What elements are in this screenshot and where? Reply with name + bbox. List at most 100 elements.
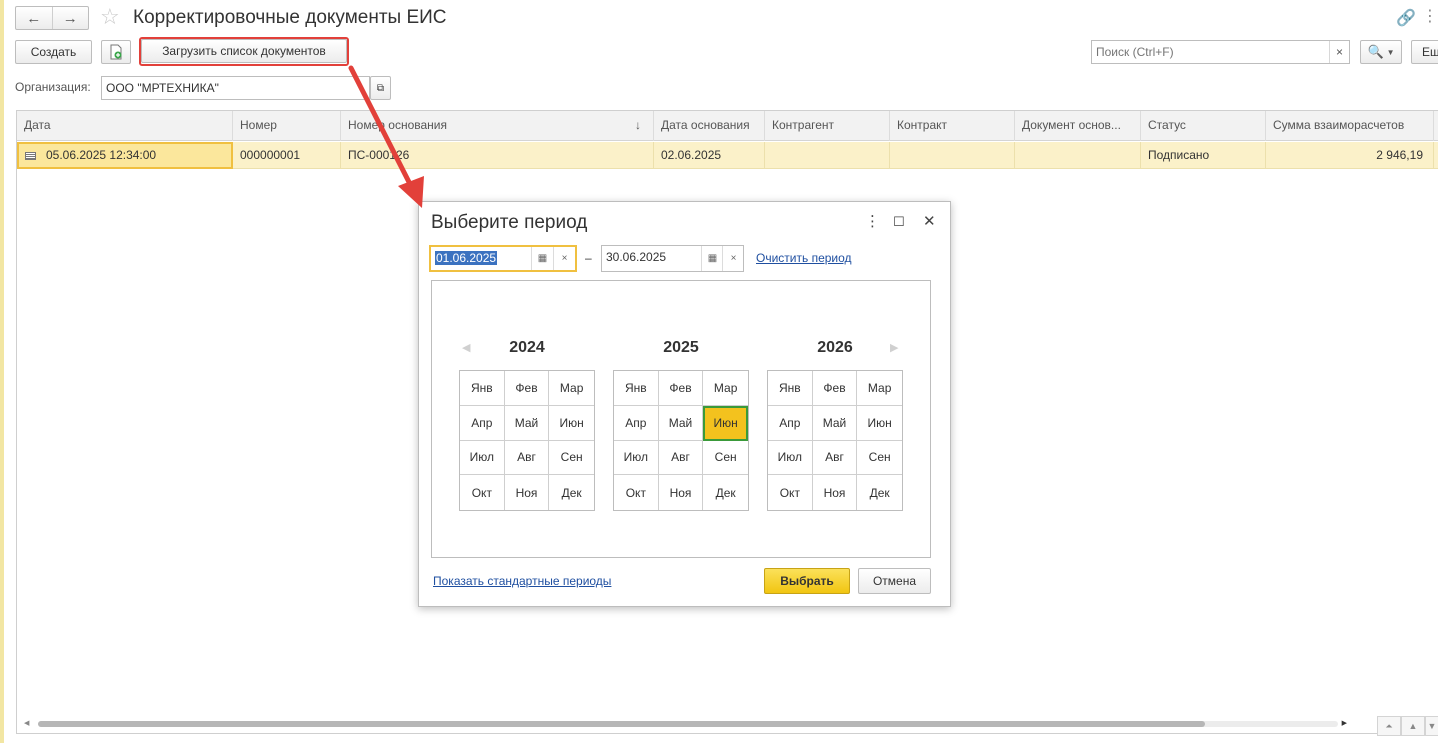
organization-field[interactable]: ООО "МРТЕХНИКА" (101, 76, 370, 100)
clear-date-to-icon[interactable]: × (722, 246, 744, 271)
search-input[interactable] (1091, 40, 1350, 64)
clear-date-from-icon[interactable]: × (553, 247, 575, 270)
month-cell[interactable]: Июл (460, 440, 505, 476)
create-copy-button[interactable] (101, 40, 131, 64)
month-cell[interactable]: Ноя (659, 475, 704, 510)
month-cell[interactable]: Окт (460, 475, 505, 510)
month-cell[interactable]: Янв (614, 371, 659, 406)
cell-counterparty[interactable] (765, 142, 890, 169)
cell-contract[interactable] (890, 142, 1015, 169)
column-header-base-date[interactable]: Дата основания (654, 111, 765, 141)
month-cell[interactable]: Ноя (813, 475, 858, 510)
scroll-down-icon[interactable]: ▼ (1425, 716, 1438, 736)
cell-base-document[interactable] (1015, 142, 1141, 169)
month-cell[interactable]: Авг (658, 440, 704, 476)
column-header-date[interactable]: Дата (17, 111, 233, 141)
table-row[interactable]: 05.06.2025 12:34:00 000000001 ПС-000126 … (17, 142, 1438, 169)
month-cell[interactable]: Сен (857, 441, 902, 476)
column-header-contract[interactable]: Контракт (890, 111, 1015, 141)
month-cell[interactable]: Мар (549, 371, 594, 406)
horizontal-scrollbar[interactable]: ◀ ▶ (24, 719, 1347, 729)
cell-base-number[interactable]: ПС-000126 (341, 142, 654, 169)
month-cell[interactable]: Апр (460, 405, 505, 441)
month-cell[interactable]: Май (812, 405, 858, 441)
scroll-top-icon[interactable]: ⏶ (1377, 716, 1401, 736)
column-header-counterparty[interactable]: Контрагент (765, 111, 890, 141)
month-cell[interactable]: Окт (614, 475, 659, 510)
month-cell[interactable]: Фев (658, 371, 704, 406)
month-cell[interactable]: Янв (768, 371, 813, 406)
calendar-icon[interactable]: ▦ (531, 247, 553, 270)
month-cell[interactable]: Июл (768, 440, 813, 476)
select-button[interactable]: Выбрать (764, 568, 850, 594)
cell-status[interactable]: Подписано (1141, 142, 1266, 169)
maximize-icon[interactable]: ☐ (893, 214, 905, 230)
link-icon[interactable]: 🔗 (1396, 8, 1416, 28)
column-header-base-number-label: Номер основания (348, 118, 447, 132)
month-cell[interactable]: Июн (857, 406, 902, 441)
month-cell[interactable]: Дек (549, 475, 594, 510)
cell-base-date[interactable]: 02.06.2025 (654, 142, 765, 169)
cell-amount[interactable]: 2 946,19 (1266, 142, 1434, 169)
month-cell[interactable]: Июн (549, 406, 594, 441)
month-cell[interactable]: Мар (857, 371, 902, 406)
next-year-icon[interactable]: ▶ (890, 341, 898, 354)
open-organization-icon[interactable]: ⧉ (370, 76, 391, 100)
date-from-value: 01.06.2025 (435, 251, 498, 265)
month-cell[interactable]: Авг (812, 440, 858, 476)
cell-date-text: 05.06.2025 12:34:00 (46, 148, 157, 162)
calendar-icon[interactable]: ▦ (701, 246, 723, 271)
dialog-title: Выберите период (431, 212, 588, 233)
year-label-2024: 2024 (509, 339, 545, 356)
month-cell[interactable]: Сен (549, 441, 594, 476)
show-standard-periods-link[interactable]: Показать стандартные периоды (433, 574, 611, 588)
month-cell[interactable]: Сен (703, 441, 748, 476)
scroll-left-icon[interactable]: ◀ (24, 719, 29, 727)
month-cell[interactable]: Апр (768, 405, 813, 441)
column-header-number[interactable]: Номер (233, 111, 341, 141)
back-arrow-icon[interactable]: ← (16, 7, 53, 29)
scroll-right-icon[interactable]: ▶ (1342, 719, 1347, 727)
close-icon[interactable]: ✕ (923, 212, 936, 230)
date-from-field[interactable]: 01.06.2025 ▦ × (429, 245, 577, 272)
search-icon: 🔍 (1367, 44, 1384, 59)
month-cell[interactable]: Янв (460, 371, 505, 406)
month-cell[interactable]: Мар (703, 371, 748, 406)
column-header-status[interactable]: Статус (1141, 111, 1266, 141)
year-label-2026: 2026 (817, 339, 853, 356)
more-vertical-icon[interactable]: ⋮ (1422, 6, 1438, 26)
create-button[interactable]: Создать (15, 40, 92, 64)
month-grid-2025: Янв Фев Мар Апр Май Июн Июл Авг Сен Окт … (613, 370, 749, 511)
month-cell[interactable]: Окт (768, 475, 813, 510)
favorite-star-icon[interactable]: ☆ (100, 4, 120, 30)
month-cell[interactable]: Ноя (505, 475, 550, 510)
month-cell[interactable]: Фев (504, 371, 550, 406)
scroll-thumb[interactable] (38, 721, 1205, 727)
month-cell[interactable]: Фев (812, 371, 858, 406)
cell-date[interactable]: 05.06.2025 12:34:00 (17, 142, 233, 169)
month-cell[interactable]: Июл (614, 440, 659, 476)
previous-year-icon[interactable]: ◀ (462, 341, 470, 354)
month-cell[interactable]: Дек (703, 475, 748, 510)
column-header-base-document[interactable]: Документ основ... (1015, 111, 1141, 141)
month-cell-selected[interactable]: Июн (703, 405, 748, 441)
month-cell[interactable]: Дек (857, 475, 902, 510)
period-selection-dialog: Выберите период ⋮ ☐ ✕ 01.06.2025 ▦ × – 3… (418, 201, 951, 607)
month-cell[interactable]: Авг (504, 440, 550, 476)
cell-number[interactable]: 000000001 (233, 142, 341, 169)
date-to-field[interactable]: 30.06.2025 ▦ × (601, 245, 744, 272)
cancel-button[interactable]: Отмена (858, 568, 931, 594)
clear-period-link[interactable]: Очистить период (756, 251, 852, 265)
column-header-base-number[interactable]: Номер основания ↓ (341, 111, 654, 141)
month-cell[interactable]: Май (658, 405, 704, 441)
column-header-amount[interactable]: Сумма взаиморасчетов (1266, 111, 1434, 141)
month-grid-2024: Янв Фев Мар Апр Май Июн Июл Авг Сен Окт … (459, 370, 595, 511)
more-button[interactable]: Ещ (1411, 40, 1438, 64)
month-cell[interactable]: Май (504, 405, 550, 441)
scroll-up-icon[interactable]: ▲ (1401, 716, 1425, 736)
forward-arrow-icon[interactable]: → (53, 7, 89, 29)
month-cell[interactable]: Апр (614, 405, 659, 441)
search-button[interactable]: 🔍 ▼ (1360, 40, 1402, 64)
search-clear-icon[interactable]: × (1329, 41, 1349, 63)
dialog-more-icon[interactable]: ⋮ (865, 212, 880, 230)
